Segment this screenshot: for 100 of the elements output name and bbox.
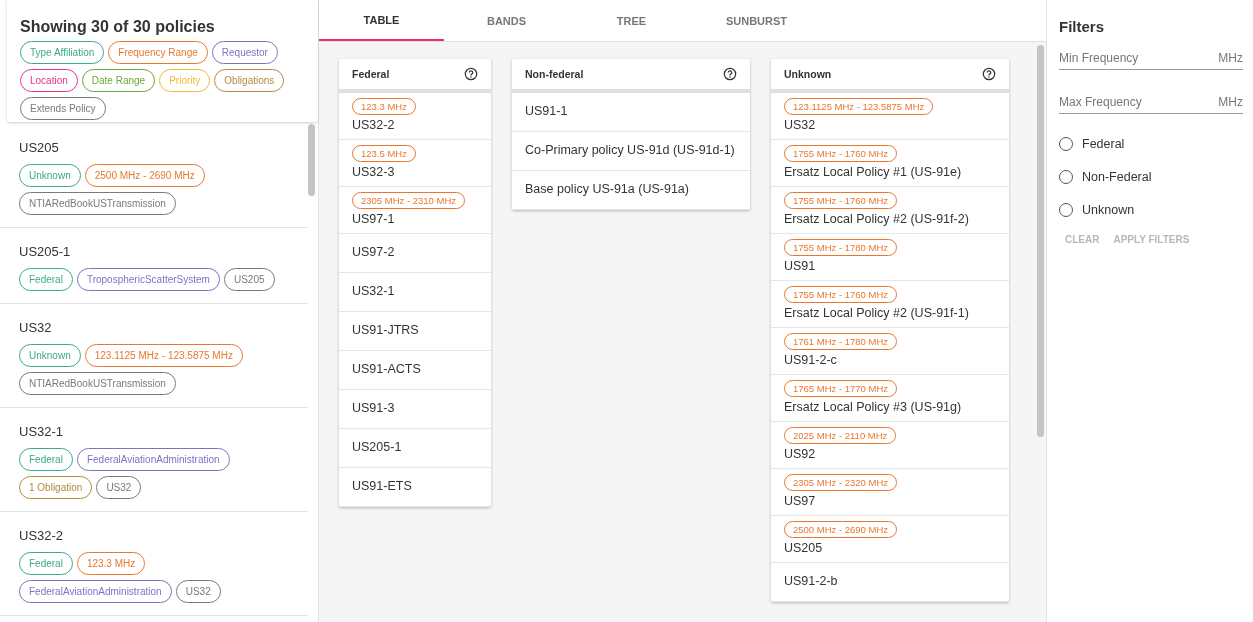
- policy-row[interactable]: 1755 MHz - 1760 MHz Ersatz Local Policy #2 (US-91f-1): [771, 281, 1009, 328]
- frequency-tag: 1755 MHz - 1760 MHz: [784, 145, 898, 162]
- frequency-tag: 123.3 MHz: [352, 98, 416, 115]
- policy-list-item[interactable]: US32-2 Federal 123.3 MHz FederalAviationAdministration US32: [0, 512, 308, 616]
- frequency-tag: 123.1125 MHz - 123.5875 MHz: [784, 98, 934, 115]
- help-icon[interactable]: [464, 67, 478, 81]
- policy-list-item[interactable]: US205-1 Federal TroposphericScatterSystem US205: [0, 228, 308, 304]
- policy-name: US205: [19, 140, 60, 155]
- filters-title: Filters: [1059, 18, 1105, 35]
- unit-label: MHz: [1218, 95, 1243, 109]
- policy-name: US92: [784, 447, 817, 461]
- policy-row[interactable]: US91-1: [512, 93, 750, 132]
- view-tab[interactable]: BANDS: [444, 0, 569, 41]
- column-title: Non-federal: [525, 68, 584, 80]
- scrollbar[interactable]: [308, 124, 315, 196]
- policy-row[interactable]: 123.5 MHz US32-3: [339, 140, 491, 187]
- policy-row[interactable]: US205-1: [339, 429, 491, 468]
- policy-name: US32-2: [352, 118, 396, 132]
- radio-label: Unknown: [1082, 202, 1135, 217]
- policy-row[interactable]: Base policy US-91a (US-91a): [512, 171, 750, 210]
- frequency-input-field[interactable]: Max Frequency: [1059, 95, 1219, 109]
- view-tab[interactable]: SUNBURST: [694, 0, 819, 41]
- help-icon[interactable]: [723, 67, 737, 81]
- policy-tag: US32: [175, 580, 221, 603]
- policy-row[interactable]: 123.1125 MHz - 123.5875 MHz US32: [771, 93, 1009, 140]
- policy-row[interactable]: 1755 MHz - 1760 MHz Ersatz Local Policy #1 (US-91e): [771, 140, 1009, 187]
- view-tab[interactable]: TABLE: [319, 0, 444, 41]
- policy-row[interactable]: 1765 MHz - 1770 MHz Ersatz Local Policy #3 (US-91g): [771, 375, 1009, 422]
- policy-name: US91-ETS: [352, 479, 413, 493]
- policy-row[interactable]: US97-2: [339, 234, 491, 273]
- policy-row[interactable]: 1755 MHz - 1780 MHz US91: [771, 234, 1009, 281]
- policy-tag: US32: [96, 476, 142, 499]
- frequency-tag: 2305 MHz - 2310 MHz: [352, 192, 466, 209]
- policy-row[interactable]: US91-2-b: [771, 563, 1009, 602]
- frequency-tag: 1765 MHz - 1770 MHz: [784, 380, 898, 397]
- policy-tag: Federal: [19, 448, 73, 471]
- policy-row[interactable]: US91-ETS: [339, 468, 491, 507]
- policy-name: Ersatz Local Policy #2 (US-91f-2): [784, 212, 970, 226]
- policy-name: US205-1: [19, 244, 72, 259]
- policy-name: US32-2: [19, 528, 65, 543]
- policy-tag: NTIARedBookUSTransmission: [19, 192, 176, 215]
- policy-row[interactable]: 123.3 MHz US32-2: [339, 93, 491, 140]
- legend-chip[interactable]: Extends Policy: [20, 97, 106, 120]
- policy-name: US91-JTRS: [352, 323, 420, 337]
- frequency-tag: 1755 MHz - 1760 MHz: [784, 192, 898, 209]
- policy-row[interactable]: 2305 MHz - 2320 MHz US97: [771, 469, 1009, 516]
- policy-name: US32-1: [352, 284, 396, 298]
- policy-list-item[interactable]: US32 Unknown 123.1125 MHz - 123.5875 MHz NTIARedBookUSTransmission: [0, 304, 308, 408]
- policy-name: US97: [784, 494, 817, 508]
- view-tab[interactable]: TREE: [569, 0, 694, 41]
- policy-row[interactable]: US91-3: [339, 390, 491, 429]
- radio-label: Non-Federal: [1082, 169, 1152, 184]
- policy-row[interactable]: 2025 MHz - 2110 MHz US92: [771, 422, 1009, 469]
- legend-chip[interactable]: Requestor: [211, 41, 278, 64]
- policy-tag: 123.1125 MHz - 123.5875 MHz: [84, 344, 243, 367]
- policy-row[interactable]: Co-Primary policy US-91d (US-91d-1): [512, 132, 750, 171]
- scrollbar[interactable]: [1037, 45, 1044, 437]
- policy-name: US91-2-c: [784, 353, 838, 367]
- help-icon[interactable]: [982, 67, 996, 81]
- policy-row[interactable]: 2305 MHz - 2310 MHz US97-1: [339, 187, 491, 234]
- policy-tag: Unknown: [19, 164, 81, 187]
- policy-tag: TroposphericScatterSystem: [76, 268, 220, 291]
- policy-name: US205-1: [352, 440, 403, 454]
- frequency-tag: 2025 MHz - 2110 MHz: [784, 427, 897, 444]
- policy-name: US91-2-b: [784, 574, 839, 588]
- frequency-tag: 2500 MHz - 2690 MHz: [784, 521, 898, 538]
- policy-row[interactable]: 1755 MHz - 1760 MHz Ersatz Local Policy #2 (US-91f-2): [771, 187, 1009, 234]
- policy-row[interactable]: US91-JTRS: [339, 312, 491, 351]
- frequency-input-field[interactable]: Min Frequency: [1059, 51, 1219, 65]
- policy-tag: 123.3 MHz: [76, 552, 146, 575]
- frequency-tag: 1755 MHz - 1760 MHz: [784, 286, 898, 303]
- policy-row[interactable]: US32-1: [339, 273, 491, 312]
- policy-row[interactable]: 1761 MHz - 1780 MHz US91-2-c: [771, 328, 1009, 375]
- policy-name: US32-1: [19, 424, 65, 439]
- column-title: Unknown: [784, 68, 832, 80]
- frequency-tag: 1755 MHz - 1780 MHz: [784, 239, 898, 256]
- policy-name: US32-3: [352, 165, 396, 179]
- policy-name: Ersatz Local Policy #1 (US-91e): [784, 165, 963, 179]
- policy-row[interactable]: 2500 MHz - 2690 MHz US205: [771, 516, 1009, 563]
- policy-list-item[interactable]: US205 Unknown 2500 MHz - 2690 MHz NTIARedBookUSTransmission: [0, 124, 308, 228]
- policy-list-item[interactable]: US32-1 Federal FederalAviationAdministration 1 Obligation US32: [0, 408, 308, 512]
- policy-tag: FederalAviationAdministration: [76, 448, 230, 471]
- frequency-tag: 123.5 MHz: [352, 145, 416, 162]
- policy-name: Co-Primary policy US-91d (US-91d-1): [525, 143, 736, 157]
- policy-name: US91-3: [352, 401, 396, 415]
- policy-name: US32: [19, 320, 53, 335]
- policy-tag: NTIARedBookUSTransmission: [19, 372, 176, 395]
- policy-name: US91-ACTS: [352, 362, 422, 376]
- legend-chip[interactable]: Location: [20, 69, 78, 92]
- frequency-tag: 2305 MHz - 2320 MHz: [784, 474, 898, 491]
- policy-name: US91: [784, 259, 817, 273]
- policy-tag: Federal: [19, 268, 73, 291]
- policy-tag: FederalAviationAdministration: [19, 580, 172, 603]
- frequency-tag: 1761 MHz - 1780 MHz: [784, 333, 898, 350]
- policy-name: US97-2: [352, 245, 396, 259]
- policy-row[interactable]: US91-ACTS: [339, 351, 491, 390]
- policy-name: US205: [784, 541, 824, 555]
- radio-label: Federal: [1082, 136, 1125, 151]
- policy-tag: US205: [223, 268, 275, 291]
- policy-name: Ersatz Local Policy #2 (US-91f-1): [784, 306, 970, 320]
